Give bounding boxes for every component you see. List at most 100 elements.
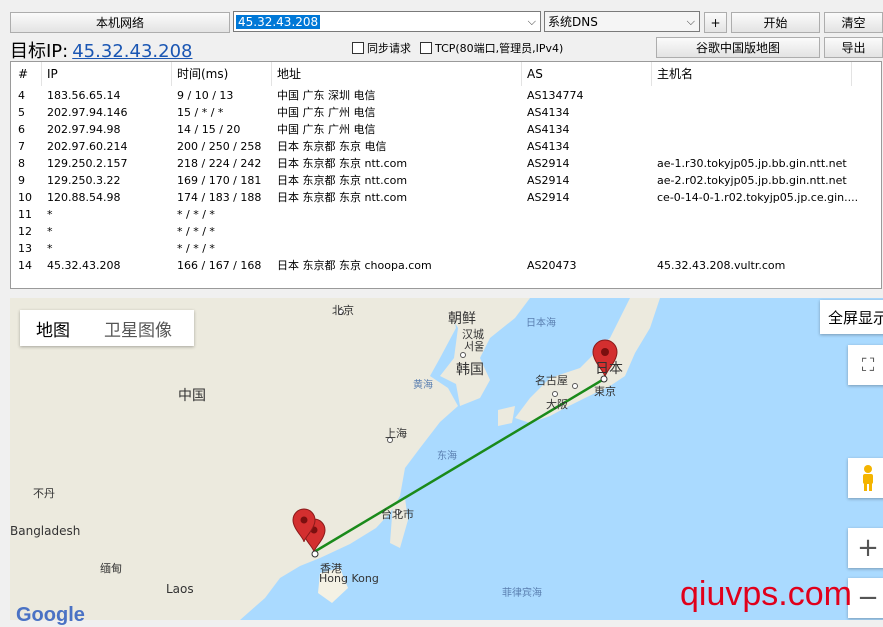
column-divider[interactable] [851, 62, 852, 86]
map-label-tokyo: 東京 [594, 385, 616, 398]
cell-ip: 183.56.65.14 [47, 89, 121, 102]
fullscreen-toggle-button[interactable]: ⛶ [848, 345, 883, 385]
target-ip-link[interactable]: 45.32.43.208 [72, 41, 192, 62]
dns-select[interactable]: 系统DNS ⌵ [544, 11, 700, 32]
table-header: # IP 时间(ms) 地址 AS 主机名 [11, 62, 881, 86]
cell-time: * / * / * [177, 208, 215, 221]
fullscreen-label: 全屏显示 [828, 308, 883, 327]
cell-address: 日本 东京都 东京 电信 [277, 140, 387, 153]
map-label-sea-japan: 日本海 [526, 318, 556, 329]
map-label-korea-south: 韩国 [456, 362, 484, 378]
table-row[interactable]: 9 129.250.3.22 169 / 170 / 181 日本 东京都 东京 nt… [11, 172, 881, 189]
dns-value: 系统DNS [548, 15, 598, 29]
map-label-china: 中国 [178, 388, 206, 404]
cell-time: * / * / * [177, 242, 215, 255]
export-button[interactable]: 导出 [824, 37, 883, 58]
mainland-land [10, 298, 458, 620]
tab-satellite[interactable]: 卫星图像 [104, 316, 172, 341]
cell-time: 166 / 167 / 168 [177, 259, 262, 272]
cell-ip: * [47, 225, 53, 238]
col-header-time[interactable]: 时间(ms) [177, 62, 228, 86]
zoom-out-button[interactable]: − [848, 578, 883, 618]
map-label-seoul: 서울 [464, 340, 485, 353]
table-row[interactable]: 5 202.97.94.146 15 / * / * 中国 广东 广州 电信 AS413… [11, 104, 881, 121]
cell-ip: 120.88.54.98 [47, 191, 121, 204]
nagoya-dot [572, 383, 578, 389]
column-divider[interactable] [41, 62, 42, 86]
col-header-ip[interactable]: IP [47, 62, 58, 86]
cell-time: 9 / 10 / 13 [177, 89, 234, 102]
cell-ip: 202.97.60.214 [47, 140, 128, 153]
map-label-laos: Laos [166, 582, 194, 596]
cell-hostname: ce-0-14-0-1.r02.tokyjp05.jp.ce.gin.... [657, 191, 859, 204]
cell-as: AS2914 [527, 191, 570, 204]
table-row[interactable]: 8 129.250.2.157 218 / 224 / 242 日本 东京都 东京 n… [11, 155, 881, 172]
cell-address: 日本 东京都 东京 ntt.com [277, 174, 408, 187]
cell-time: 200 / 250 / 258 [177, 140, 262, 153]
table-row[interactable]: 7 202.97.60.214 200 / 250 / 258 日本 东京都 东京 电… [11, 138, 881, 155]
table-row[interactable]: 13 * * / * / * [11, 240, 881, 257]
table-row[interactable]: 12 * * / * / * [11, 223, 881, 240]
map-label-taipei: 台北市 [381, 508, 414, 521]
column-divider[interactable] [171, 62, 172, 86]
hongkong-dot [311, 550, 319, 558]
tcp-checkbox[interactable]: TCP(80端口,管理员,IPv4) [420, 40, 563, 56]
cell-address: 日本 东京都 东京 ntt.com [277, 157, 408, 170]
checkbox-icon[interactable] [352, 42, 364, 54]
column-divider[interactable] [651, 62, 652, 86]
watermark: qiuvps.com [680, 575, 852, 613]
map-label-osaka: 大阪 [546, 398, 568, 411]
cell-as: AS4134 [527, 123, 570, 136]
cell-address: 中国 广东 深圳 电信 [277, 89, 376, 102]
cell-as: AS4134 [527, 106, 570, 119]
tab-map[interactable]: 地图 [36, 316, 70, 341]
map-label-east-sea: 东海 [437, 451, 457, 462]
google-logo: Google [16, 604, 85, 626]
col-header-as[interactable]: AS [527, 62, 543, 86]
clear-button[interactable]: 清空 [824, 12, 883, 33]
local-network-button[interactable]: 本机网络 [10, 12, 230, 33]
cell-time: 174 / 183 / 188 [177, 191, 262, 204]
trace-table: # IP 时间(ms) 地址 AS 主机名 4 183.56.65.14 9 / 1… [10, 61, 882, 289]
table-row[interactable]: 11 * * / * / * [11, 206, 881, 223]
map-label-shanghai: 上海 [385, 427, 407, 440]
col-header-address[interactable]: 地址 [277, 62, 301, 86]
table-row[interactable]: 4 183.56.65.14 9 / 10 / 13 中国 广东 深圳 电信 AS134… [11, 87, 881, 104]
target-combobox[interactable]: 45.32.43.208 ⌵ [233, 11, 541, 32]
checkbox-icon[interactable] [420, 42, 432, 54]
sync-request-label: 同步请求 [367, 42, 411, 55]
map-label-japan: 日本 [595, 361, 623, 377]
chevron-down-icon[interactable]: ⌵ [528, 15, 536, 29]
table-row[interactable]: 14 45.32.43.208 166 / 167 / 168 日本 东京都 东京 c… [11, 257, 881, 274]
cell-index: 11 [18, 208, 32, 221]
cell-hostname: ae-1.r30.tokyjp05.jp.bb.gin.ntt.net [657, 157, 847, 170]
cell-ip: * [47, 208, 53, 221]
route-map[interactable]: 北京 朝鲜 汉城 서울 韩国 日本海 中国 黄海 名古屋 大阪 東京 日本 上海… [10, 298, 883, 620]
cell-ip: 129.250.3.22 [47, 174, 121, 187]
cell-index: 7 [18, 140, 25, 153]
start-button[interactable]: 开始 [731, 12, 820, 33]
google-china-map-button[interactable]: 谷歌中国版地图 [656, 37, 820, 58]
target-input-value[interactable]: 45.32.43.208 [236, 14, 321, 29]
zoom-in-button[interactable]: + [848, 528, 883, 568]
col-header-hostname[interactable]: 主机名 [657, 62, 693, 86]
chevron-down-icon[interactable]: ⌵ [687, 15, 695, 29]
sync-request-checkbox[interactable]: 同步请求 [352, 40, 411, 56]
col-header-index[interactable]: # [18, 62, 28, 86]
cell-time: 218 / 224 / 242 [177, 157, 262, 170]
cell-as: AS2914 [527, 174, 570, 187]
table-row[interactable]: 6 202.97.94.98 14 / 15 / 20 中国 广东 广州 电信 AS41… [11, 121, 881, 138]
minus-icon: − [857, 583, 879, 613]
tcp-label: TCP(80端口,管理员,IPv4) [435, 42, 564, 55]
column-divider[interactable] [521, 62, 522, 86]
add-button[interactable]: + [704, 12, 727, 33]
column-divider[interactable] [271, 62, 272, 86]
cell-ip: * [47, 242, 53, 255]
cell-time: 14 / 15 / 20 [177, 123, 241, 136]
fullscreen-text-button[interactable]: 全屏显示 [820, 300, 883, 334]
map-label-nagoya: 名古屋 [535, 374, 568, 387]
street-view-button[interactable] [848, 458, 883, 498]
map-label-korea: 朝鲜 [448, 311, 476, 327]
cell-index: 12 [18, 225, 32, 238]
table-row[interactable]: 10 120.88.54.98 174 / 183 / 188 日本 东京都 东京 n… [11, 189, 881, 206]
